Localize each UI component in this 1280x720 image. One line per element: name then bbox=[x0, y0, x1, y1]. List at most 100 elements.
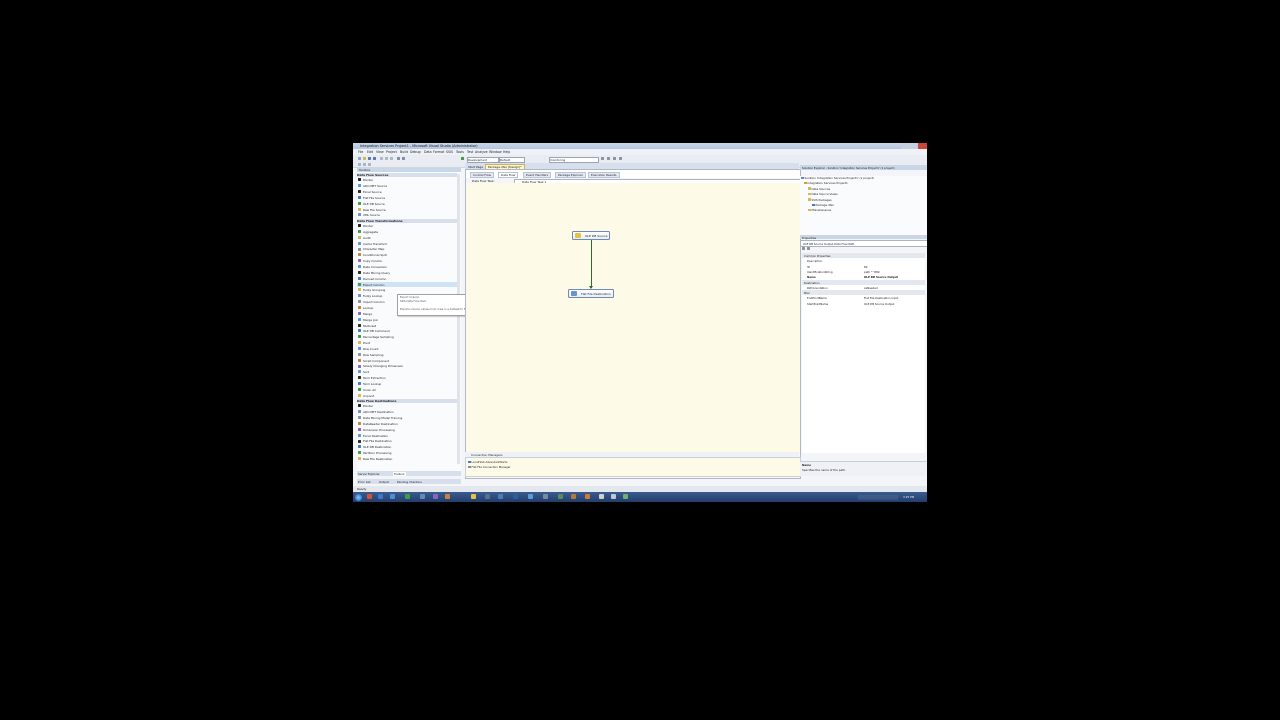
solution-tree-node[interactable]: Package.dtsx bbox=[812, 203, 834, 207]
categorized-icon[interactable] bbox=[802, 247, 805, 250]
taskbar-app-icon[interactable] bbox=[405, 494, 410, 499]
toolbox-item[interactable]: Pointer bbox=[357, 224, 457, 229]
cut-icon[interactable] bbox=[380, 157, 383, 160]
toolbox-item[interactable]: Row Count bbox=[357, 346, 457, 351]
find-icon[interactable] bbox=[601, 157, 604, 160]
toolbox-item[interactable]: Pointer bbox=[357, 178, 457, 183]
toolbox-item[interactable]: Flat File Destination bbox=[357, 439, 457, 444]
toolbox-section-header[interactable]: Data Flow Destinations bbox=[357, 399, 457, 404]
paste-icon[interactable] bbox=[390, 157, 393, 160]
toolbox-scrollbar[interactable] bbox=[457, 174, 460, 464]
tab-pending-checkins[interactable]: Pending Checkins bbox=[397, 480, 422, 484]
solution-explorer-icon[interactable] bbox=[607, 157, 610, 160]
save-icon[interactable] bbox=[368, 157, 371, 160]
taskbar-app-icon[interactable] bbox=[513, 494, 518, 499]
connection-item[interactable]: LocalHost.AdventureWorks bbox=[468, 460, 508, 464]
property-category[interactable]: Misc bbox=[802, 290, 925, 296]
toolbox-item[interactable]: Audit bbox=[357, 235, 457, 240]
system-tray[interactable] bbox=[858, 494, 898, 500]
toolbox-item[interactable]: Copy Column bbox=[357, 259, 457, 264]
taskbar-app-icon[interactable] bbox=[420, 494, 425, 499]
toolbox-item[interactable]: ADO NET Source bbox=[357, 184, 457, 189]
ole-db-source-component[interactable]: OLE DB Source bbox=[572, 231, 610, 240]
copy-icon[interactable] bbox=[385, 157, 388, 160]
taskbar-app-icon[interactable] bbox=[471, 494, 476, 499]
solution-tree-node[interactable]: Data Sources bbox=[808, 187, 830, 191]
solution-tree-node[interactable]: Solution 'Integration Services Project1'… bbox=[801, 176, 874, 180]
tab-output[interactable]: Output bbox=[379, 480, 389, 484]
toolbox-item[interactable]: Merge Join bbox=[357, 317, 457, 322]
menu-data[interactable]: Data bbox=[424, 150, 432, 154]
toolbox-item[interactable]: Multicast bbox=[357, 323, 457, 328]
menu-test[interactable]: Test bbox=[467, 150, 473, 154]
toolbox-item[interactable]: XML Source bbox=[357, 213, 457, 218]
menu-tools[interactable]: Tools bbox=[456, 150, 464, 154]
property-category[interactable]: Common Properties bbox=[802, 253, 925, 258]
taskbar-app-icon[interactable] bbox=[558, 494, 563, 499]
flat-file-destination-component[interactable]: Flat File Destination bbox=[568, 289, 614, 298]
toolbox-item[interactable]: Raw File Destination bbox=[357, 457, 457, 462]
toolbox-item[interactable]: Term Extraction bbox=[357, 376, 457, 381]
toolbox-item[interactable]: DataReader Destination bbox=[357, 421, 457, 426]
undo-icon[interactable] bbox=[397, 157, 400, 160]
align-right-icon[interactable] bbox=[368, 162, 371, 166]
toolbox-item[interactable]: OLE DB Command bbox=[357, 329, 457, 334]
toolbox-section-header[interactable]: Data Flow Sources bbox=[357, 173, 457, 177]
menu-ssis[interactable]: SSIS bbox=[446, 150, 453, 154]
data-path-line[interactable] bbox=[590, 240, 592, 288]
toolbox-item[interactable]: Partition Processing bbox=[357, 451, 457, 456]
new-project-icon[interactable] bbox=[358, 157, 361, 160]
connection-item[interactable]: Flat File Connection Manager bbox=[468, 465, 511, 469]
tab-server-explorer[interactable]: Server Explorer bbox=[358, 472, 380, 476]
toolbox-item[interactable]: Dimension Processing bbox=[357, 427, 457, 432]
redo-icon[interactable] bbox=[402, 157, 405, 160]
config-dropdown[interactable]: Development bbox=[467, 156, 499, 163]
toolbox-item[interactable]: Pivot bbox=[357, 341, 457, 346]
taskbar-app-icon[interactable] bbox=[367, 494, 372, 499]
properties-icon[interactable] bbox=[613, 157, 616, 160]
menu-edit[interactable]: Edit bbox=[367, 150, 373, 154]
property-row[interactable]: ID 89 bbox=[802, 264, 925, 269]
toolbox-item[interactable]: Term Lookup bbox=[357, 382, 457, 387]
taskbar-app-icon[interactable] bbox=[433, 494, 438, 499]
toolbox-item[interactable]: Data Mining Query bbox=[357, 270, 457, 275]
toolbox-item[interactable]: Data Mining Model Training bbox=[357, 416, 457, 421]
property-row[interactable]: IdentificationString path "" 889 bbox=[802, 269, 925, 274]
toolbox-item[interactable]: Row Sampling bbox=[357, 352, 457, 357]
properties-object-selector[interactable]: OLE DB Source Output Data Flow Path bbox=[800, 240, 927, 247]
toolbox-item[interactable]: Derived Column bbox=[357, 276, 457, 281]
solution-tree-node[interactable]: Data Source Views bbox=[808, 192, 838, 196]
property-row[interactable]: EndPointName Flat File Destination Input bbox=[802, 295, 925, 300]
toolbox-item[interactable]: Fuzzy Grouping bbox=[357, 288, 457, 293]
toolbox-item[interactable]: Aggregate bbox=[357, 229, 457, 234]
taskbar-app-icon[interactable] bbox=[571, 494, 576, 499]
toolbox-section-header[interactable]: Data Flow Transformations bbox=[357, 218, 457, 223]
taskbar-app-icon[interactable] bbox=[585, 494, 590, 499]
toolbox-item[interactable]: Export Column bbox=[357, 282, 457, 288]
toolbox-item[interactable]: Conditional Split bbox=[357, 253, 457, 258]
toolbox-item[interactable]: Pointer bbox=[357, 404, 457, 409]
taskbar-app-icon[interactable] bbox=[445, 494, 450, 499]
find-box[interactable]: monitoring bbox=[549, 156, 599, 163]
toolbox-item[interactable]: Slowly Changing Dimension bbox=[357, 364, 457, 369]
start-debug-icon[interactable] bbox=[461, 157, 464, 160]
toolbox-item[interactable]: OLE DB Source bbox=[357, 201, 457, 206]
toolbox-item[interactable]: Raw File Source bbox=[357, 207, 457, 212]
align-center-icon[interactable] bbox=[363, 162, 366, 166]
menu-debug[interactable]: Debug bbox=[410, 150, 420, 154]
taskbar-app-icon[interactable] bbox=[623, 494, 628, 499]
toolbox-item[interactable]: OLE DB Destination bbox=[357, 445, 457, 450]
solution-tree-node[interactable]: SSIS Packages bbox=[808, 198, 832, 202]
solution-tree-node[interactable]: Miscellaneous bbox=[808, 208, 831, 212]
toolbox-item[interactable]: Flat File Source bbox=[357, 195, 457, 200]
toolbox-item[interactable]: Character Map bbox=[357, 247, 457, 252]
tab-error-list[interactable]: Error List bbox=[358, 480, 371, 484]
menu-view[interactable]: View bbox=[376, 150, 384, 154]
menu-project[interactable]: Project bbox=[386, 150, 397, 154]
data-flow-canvas[interactable]: OLE DB Source Flat File Destination bbox=[466, 183, 800, 478]
property-row[interactable]: PathAnnotation AsNeeded bbox=[802, 285, 925, 290]
property-category[interactable]: Destination bbox=[802, 279, 925, 285]
menu-format[interactable]: Format bbox=[433, 150, 444, 154]
taskbar-app-icon[interactable] bbox=[599, 494, 604, 499]
alphabetical-icon[interactable] bbox=[807, 247, 810, 250]
